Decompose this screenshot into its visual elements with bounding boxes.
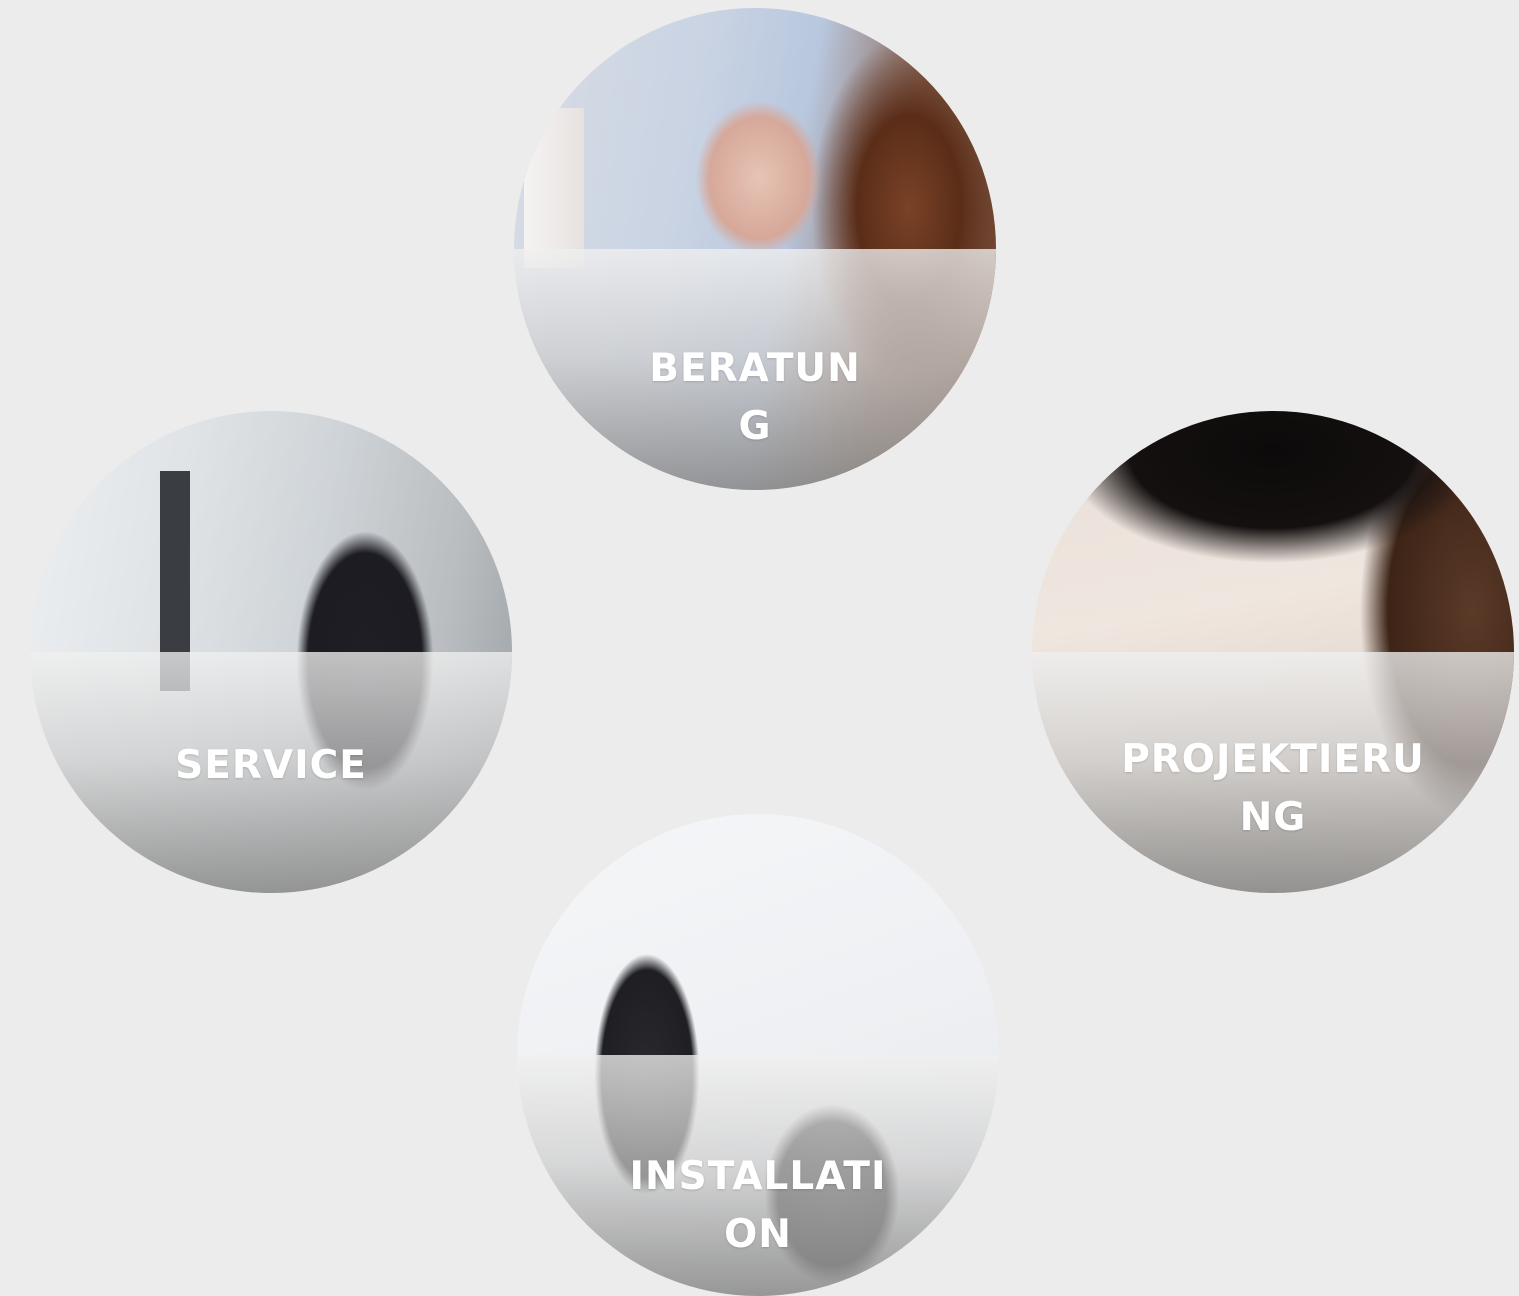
service-circle-service[interactable]: SERVICE — [30, 411, 512, 893]
beratung-label: BERATUNG — [649, 346, 861, 449]
installation-label: INSTALLATION — [629, 1154, 887, 1257]
beratung-photo-window — [524, 108, 584, 268]
service-circle-projektierung[interactable]: PROJEKTIERUNG — [1032, 411, 1514, 893]
service-circle-installation[interactable]: INSTALLATION — [517, 814, 999, 1296]
service-label: SERVICE — [175, 743, 367, 788]
projektierung-label: PROJEKTIERUNG — [1121, 737, 1425, 840]
service-circle-beratung[interactable]: BERATUNG — [514, 8, 996, 490]
